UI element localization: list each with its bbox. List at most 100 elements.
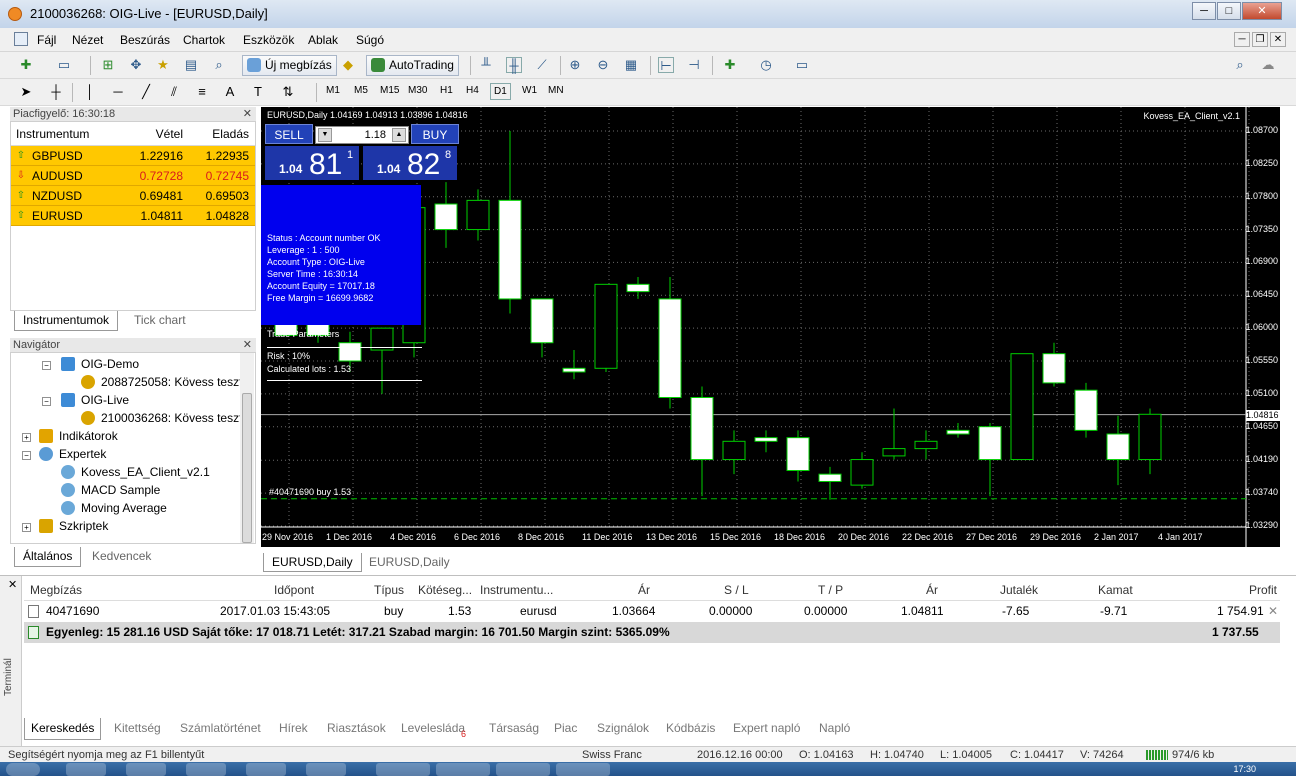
text-label-icon[interactable]: T	[250, 84, 266, 100]
taskbar-app-3[interactable]	[186, 763, 226, 776]
market-watch-close-icon[interactable]: ✕	[243, 107, 252, 121]
sell-button[interactable]: SELL	[265, 124, 313, 144]
col-symbol[interactable]: Instrumentu...	[480, 580, 553, 601]
collapse-icon[interactable]: −	[22, 451, 31, 460]
timeframe-m15[interactable]: M15	[380, 85, 399, 96]
expand-icon[interactable]: +	[22, 433, 31, 442]
tree-item-macd-sample[interactable]: MACD Sample	[61, 483, 160, 497]
taskbar-app-5[interactable]	[306, 763, 346, 776]
col-commission[interactable]: Jutalék	[1000, 580, 1038, 601]
buy-price[interactable]: 1.04 82 8	[363, 146, 457, 181]
mdi-minimize-button[interactable]: ─	[1234, 32, 1250, 47]
tree-item-kovess-ea[interactable]: Kovess_EA_Client_v2.1	[61, 465, 210, 479]
tab-mailbox[interactable]: Levelesláda	[401, 718, 465, 740]
tree-item-demo-account[interactable]: 2088725058: Kövess teszt	[81, 375, 242, 389]
lot-size-input[interactable]: ▼ 1.18 ▲	[315, 126, 409, 144]
search-icon[interactable]: ⌕	[1232, 57, 1248, 73]
timeframe-m5[interactable]: M5	[354, 85, 368, 96]
chart-shift-icon[interactable]: ⊣	[686, 57, 702, 73]
market-watch-icon[interactable]: ⊞	[100, 57, 116, 73]
text-icon[interactable]: A	[222, 84, 238, 100]
timeframe-m1[interactable]: M1	[326, 85, 340, 96]
tab-trade[interactable]: Kereskedés	[24, 718, 102, 740]
timeframe-w1[interactable]: W1	[522, 85, 537, 96]
periods-icon[interactable]: ◷	[758, 57, 774, 73]
tab-account-history[interactable]: Számlatörténet	[180, 718, 261, 740]
col-type[interactable]: Típus	[374, 580, 404, 601]
sell-price[interactable]: 1.04 81 1	[265, 146, 359, 181]
menu-window[interactable]: Ablak	[308, 33, 338, 47]
tab-experts-log[interactable]: Expert napló	[733, 718, 800, 740]
menu-tools[interactable]: Eszközök	[243, 33, 294, 47]
tile-windows-icon[interactable]: ▦	[623, 57, 639, 73]
zoom-out-icon[interactable]: ⊖	[595, 57, 611, 73]
cursor-icon[interactable]: ➤	[18, 84, 34, 100]
zoom-in-icon[interactable]: ⊕	[567, 57, 583, 73]
price-chart[interactable]: EURUSD,Daily 1.04169 1.04913 1.03896 1.0…	[261, 107, 1280, 547]
taskbar-app-1[interactable]	[66, 763, 106, 776]
col-price[interactable]: Ár	[926, 580, 938, 601]
navigator-close-icon[interactable]: ✕	[243, 338, 252, 352]
col-open-price[interactable]: Ár	[638, 580, 650, 601]
tree-item-experts[interactable]: Expertek	[39, 447, 106, 461]
terminal-icon[interactable]: ▤	[183, 57, 199, 73]
timeframe-d1[interactable]: D1	[490, 83, 511, 100]
decrease-lot-icon[interactable]: ▼	[318, 128, 332, 142]
col-volume[interactable]: Kötéseg...	[418, 580, 472, 601]
collapse-icon[interactable]: −	[42, 397, 51, 406]
timeframe-m30[interactable]: M30	[408, 85, 427, 96]
collapse-icon[interactable]: −	[42, 361, 51, 370]
tab-chart-eurusd-2[interactable]: EURUSD,Daily	[361, 553, 458, 572]
indicators-icon[interactable]: ✚	[722, 57, 738, 73]
tree-item-scripts[interactable]: Szkriptek	[39, 519, 108, 533]
col-profit[interactable]: Profit	[1249, 580, 1277, 601]
timeframe-h1[interactable]: H1	[440, 85, 453, 96]
bar-chart-icon[interactable]: ╨	[478, 57, 494, 73]
tab-codebase[interactable]: Kódbázis	[666, 718, 715, 740]
tree-item-live-account[interactable]: 2100036268: Kövess teszt	[81, 411, 242, 425]
menu-insert[interactable]: Beszúrás	[120, 33, 170, 47]
menu-file[interactable]: Fájl	[37, 33, 56, 47]
close-button[interactable]: ✕	[1242, 2, 1282, 20]
taskbar-app-9[interactable]	[556, 763, 610, 776]
status-profile[interactable]: Swiss Franc	[582, 747, 642, 763]
new-chart-icon[interactable]: ✚	[18, 57, 34, 73]
new-order-button[interactable]: Új megbízás	[242, 55, 337, 76]
tab-favorites[interactable]: Kedvencek	[84, 547, 159, 567]
tab-chart-eurusd-1[interactable]: EURUSD,Daily	[263, 553, 362, 572]
col-tp[interactable]: T / P	[818, 580, 843, 601]
taskbar-app-4[interactable]	[246, 763, 286, 776]
mdi-close-button[interactable]: ✕	[1270, 32, 1286, 47]
data-window-icon[interactable]: ✥	[128, 57, 144, 73]
taskbar-app-7[interactable]	[436, 763, 490, 776]
tab-tick-chart[interactable]: Tick chart	[126, 311, 194, 331]
autotrading-button[interactable]: AutoTrading	[366, 55, 459, 76]
minimize-button[interactable]: ─	[1192, 2, 1216, 20]
navigator-scrollbar[interactable]	[240, 353, 254, 543]
vertical-line-icon[interactable]: │	[82, 84, 98, 100]
tab-symbols[interactable]: Instrumentumok	[14, 311, 119, 331]
chat-icon[interactable]: ☁	[1260, 57, 1276, 73]
candlestick-icon[interactable]: ╫	[506, 57, 522, 73]
market-row-audusd[interactable]: ⇩ AUDUSD 0.72728 0.72745	[11, 166, 255, 186]
navigator-icon[interactable]: ★	[155, 57, 171, 73]
col-ask[interactable]: Eladás	[185, 122, 253, 145]
fibonacci-icon[interactable]: ≡	[194, 84, 210, 100]
tab-market[interactable]: Piac	[554, 718, 577, 740]
timeframe-mn[interactable]: MN	[548, 85, 564, 96]
terminal-close-icon[interactable]: ✕	[8, 578, 17, 591]
buy-button[interactable]: BUY	[411, 124, 459, 144]
mdi-restore-button[interactable]: ❐	[1252, 32, 1268, 47]
tab-alerts[interactable]: Riasztások	[327, 718, 386, 740]
menu-view[interactable]: Nézet	[72, 33, 103, 47]
tab-news[interactable]: Hírek	[279, 718, 308, 740]
taskbar-app-2[interactable]	[126, 763, 166, 776]
tree-item-oig-live[interactable]: OIG-Live	[61, 393, 129, 407]
increase-lot-icon[interactable]: ▲	[392, 128, 406, 142]
tab-general[interactable]: Általános	[14, 547, 82, 567]
menu-help[interactable]: Súgó	[356, 33, 384, 47]
col-symbol[interactable]: Instrumentum	[11, 122, 115, 145]
templates-icon[interactable]: ▭	[794, 57, 810, 73]
metaeditor-icon[interactable]: ◆	[340, 57, 356, 73]
col-sl[interactable]: S / L	[724, 580, 749, 601]
